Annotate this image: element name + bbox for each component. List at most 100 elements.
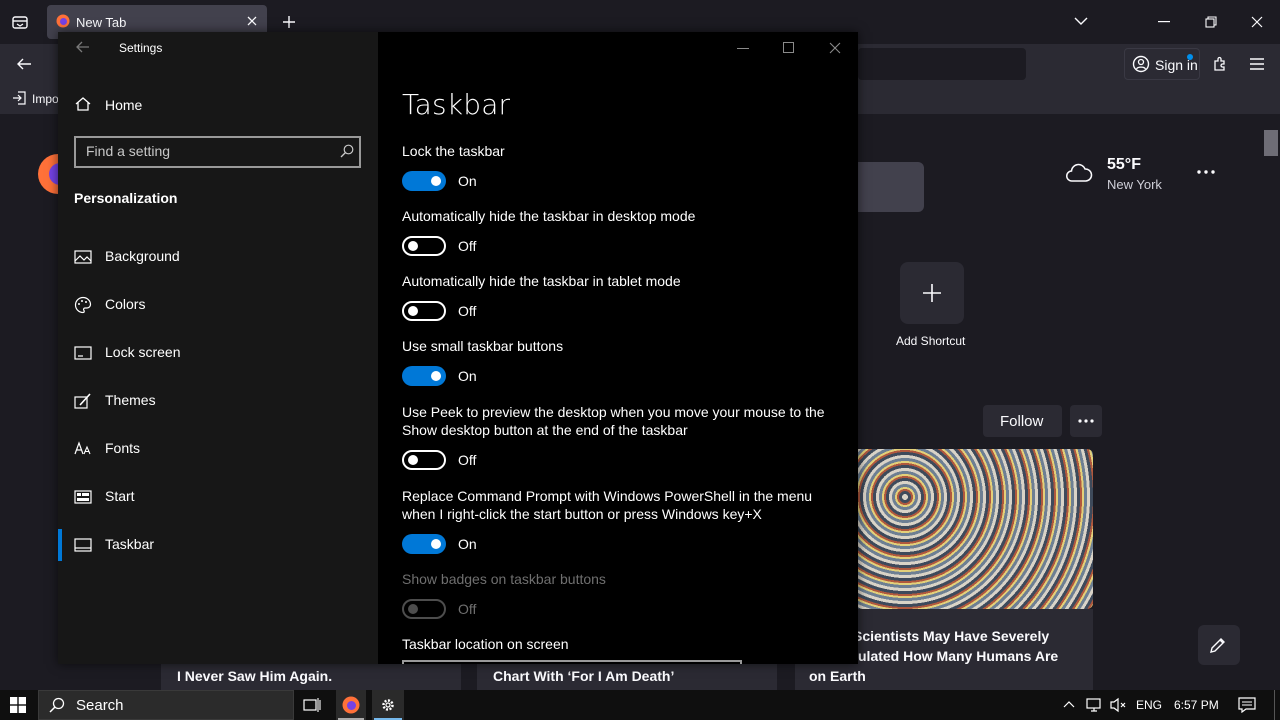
palette-icon xyxy=(74,296,92,314)
toggle-state: Off xyxy=(458,601,477,617)
toggle-state: Off xyxy=(458,238,477,254)
weather-more-icon[interactable] xyxy=(1197,170,1215,174)
option-label-powershell: Replace Command Prompt with Windows Powe… xyxy=(402,488,813,522)
start-icon xyxy=(74,488,92,506)
gear-icon xyxy=(380,697,396,713)
action-center-icon[interactable] xyxy=(1238,697,1256,713)
option-label-autohide-tablet: Automatically hide the taskbar in tablet… xyxy=(402,273,681,289)
settings-minimize-icon[interactable] xyxy=(737,48,749,50)
import-icon[interactable] xyxy=(12,91,26,105)
clock[interactable]: 6:57 PM xyxy=(1174,698,1219,712)
page-scrollbar[interactable] xyxy=(1262,114,1280,690)
toggle-peek[interactable] xyxy=(402,450,446,470)
taskbar-icon xyxy=(74,536,92,554)
taskbar-search-icon xyxy=(49,697,65,713)
toggle-autohide-tablet[interactable] xyxy=(402,301,446,321)
taskbar-search-label: Search xyxy=(76,697,124,714)
settings-close-icon[interactable] xyxy=(829,42,841,54)
nav-label: Background xyxy=(105,248,180,264)
extensions-icon[interactable] xyxy=(1212,56,1228,72)
option-label-lock-taskbar: Lock the taskbar xyxy=(402,143,505,159)
search-icon[interactable] xyxy=(340,144,354,158)
nav-item-lock-screen[interactable]: Lock screen xyxy=(58,333,378,373)
settings-maximize-icon[interactable] xyxy=(783,42,795,54)
lock-screen-icon xyxy=(74,344,92,362)
nav-label: Fonts xyxy=(105,440,141,456)
toggle-badges xyxy=(402,599,446,619)
nav-label: Themes xyxy=(105,392,156,408)
minimize-icon[interactable] xyxy=(1158,21,1170,23)
home-link[interactable]: Home xyxy=(105,97,142,113)
toggle-state: On xyxy=(458,173,477,189)
image-icon xyxy=(74,248,92,266)
toggle-autohide-desktop[interactable] xyxy=(402,236,446,256)
taskbar-location-dropdown[interactable] xyxy=(402,660,742,664)
language-indicator[interactable]: ENG xyxy=(1136,698,1162,712)
news-headline-2[interactable]: Chart With ‘For I Am Death’ xyxy=(493,668,674,684)
firefox-logo xyxy=(32,152,60,196)
toggle-state: Off xyxy=(458,452,477,468)
toggle-state: Off xyxy=(458,303,477,319)
firefox-taskbar-icon xyxy=(342,696,360,714)
nav-item-colors[interactable]: Colors xyxy=(58,285,378,325)
plus-icon xyxy=(922,283,942,303)
weather-temp: 55°F xyxy=(1107,156,1141,173)
find-setting-placeholder: Find a setting xyxy=(86,143,171,159)
show-desktop-button[interactable] xyxy=(1274,690,1280,720)
option-label-peek: Use Peek to preview the desktop when you… xyxy=(402,404,825,438)
firefox-icon xyxy=(56,14,70,28)
option-label-small-buttons: Use small taskbar buttons xyxy=(402,338,564,354)
volume-muted-icon[interactable] xyxy=(1110,697,1128,713)
nav-label: Start xyxy=(105,488,135,504)
menu-icon[interactable] xyxy=(1250,58,1264,70)
search-box-remnant[interactable] xyxy=(858,162,924,212)
nav-item-themes[interactable]: Themes xyxy=(58,381,378,421)
scrollbar-thumb[interactable] xyxy=(1264,130,1278,156)
settings-window-title: Settings xyxy=(119,41,163,55)
news-headline-5[interactable]: on Earth xyxy=(809,668,866,684)
sign-in-label: Sign in xyxy=(1155,57,1198,73)
windows-start-icon[interactable] xyxy=(10,697,26,713)
news-headline-1[interactable]: I Never Saw Him Again. xyxy=(177,668,332,684)
tab-title: New Tab xyxy=(76,15,127,30)
news-headline-3[interactable]: Scientists May Have Severely xyxy=(853,628,1049,644)
account-icon xyxy=(1132,55,1150,73)
nav-item-taskbar[interactable]: Taskbar xyxy=(58,525,378,565)
nav-label: Taskbar xyxy=(105,536,155,552)
settings-back-arrow-icon[interactable] xyxy=(76,41,90,53)
network-icon[interactable] xyxy=(1086,697,1104,713)
nav-label: Lock screen xyxy=(105,344,181,360)
weather-city: New York xyxy=(1107,177,1162,192)
back-arrow-icon[interactable] xyxy=(16,56,32,72)
page-title: Taskbar xyxy=(402,88,511,121)
nav-item-background[interactable]: Background xyxy=(58,237,378,277)
nav-item-fonts[interactable]: Fonts xyxy=(58,429,378,469)
url-bar[interactable] xyxy=(858,48,1026,80)
tray-chevron-up-icon[interactable] xyxy=(1063,700,1075,708)
tab-list-icon[interactable] xyxy=(11,13,29,31)
task-view-icon[interactable] xyxy=(303,697,321,713)
toggle-state: On xyxy=(458,536,477,552)
tab-overflow-chevron-icon[interactable] xyxy=(1074,16,1088,26)
option-label-badges: Show badges on taskbar buttons xyxy=(402,571,606,587)
close-window-icon[interactable] xyxy=(1251,16,1263,28)
toggle-small-buttons[interactable] xyxy=(402,366,446,386)
bookmark-import-label[interactable]: Impo xyxy=(32,92,59,106)
home-icon xyxy=(75,96,91,112)
feed-more-icon xyxy=(1078,419,1094,423)
settings-window: Settings Home Find a setting Personaliza… xyxy=(58,32,858,664)
brush-icon xyxy=(74,392,92,410)
news-image-crowd[interactable] xyxy=(858,449,1093,609)
restore-icon[interactable] xyxy=(1205,16,1217,28)
follow-label: Follow xyxy=(1000,413,1044,430)
nav-label: Colors xyxy=(105,296,146,312)
cloud-icon xyxy=(1064,162,1094,184)
selection-indicator xyxy=(58,529,62,561)
toggle-lock-taskbar[interactable] xyxy=(402,171,446,191)
option-label-autohide-desktop: Automatically hide the taskbar in deskto… xyxy=(402,208,696,224)
news-headline-4[interactable]: ulated How Many Humans Are xyxy=(858,648,1058,664)
new-tab-icon[interactable] xyxy=(282,15,296,29)
toggle-powershell[interactable] xyxy=(402,534,446,554)
nav-item-start[interactable]: Start xyxy=(58,477,378,517)
tab-close-icon[interactable] xyxy=(246,15,258,27)
